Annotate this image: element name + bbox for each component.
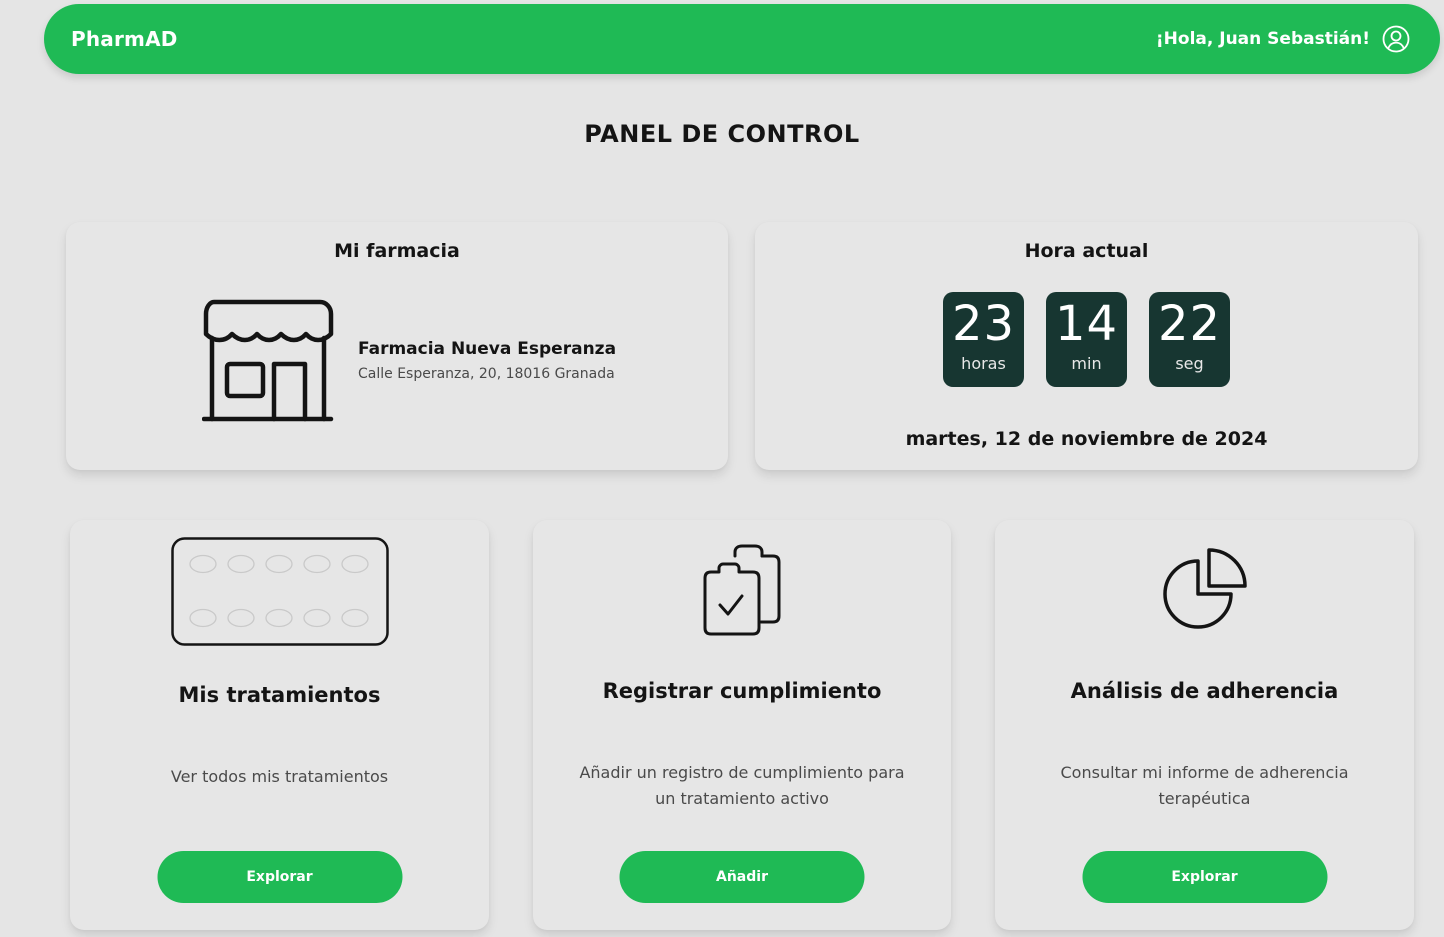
greeting-text: ¡Hola, Juan Sebastián! [1155,29,1370,49]
pharmacy-card: Mi farmacia Farmacia Nueva Esperanza Cal… [66,222,728,470]
minutes-box: 14 min [1046,292,1127,387]
explore-analysis-button[interactable]: Explorar [1082,851,1327,903]
pharmacy-name: Farmacia Nueva Esperanza [358,339,617,359]
hours-value: 23 [951,296,1016,352]
page-title: PANEL DE CONTROL [584,120,860,148]
pharmacy-address: Calle Esperanza, 20, 18016 Granada [358,366,615,382]
clipboard-check-icon [703,544,781,640]
store-icon [201,298,334,426]
treatments-title: Mis tratamientos [178,683,381,707]
time-card: Hora actual 23 horas 14 min 22 seg marte… [755,222,1418,470]
register-title: Registrar cumplimiento [602,679,882,703]
pie-chart-icon [1162,547,1248,637]
pharmacy-card-title: Mi farmacia [334,240,460,262]
explore-treatments-button[interactable]: Explorar [157,851,402,903]
user-circle-icon[interactable] [1382,25,1410,53]
add-compliance-button[interactable]: Añadir [619,851,865,903]
pill-blister-icon [170,537,389,650]
treatments-description: Ver todos mis tratamientos [170,767,389,786]
brand-logo[interactable]: PharmAD [71,27,178,51]
register-card: Registrar cumplimiento Añadir un registr… [533,520,951,930]
register-description: Añadir un registro de cumplimiento para … [579,763,905,808]
clock: 23 horas 14 min 22 seg [755,292,1418,387]
analysis-title: Análisis de adherencia [1070,679,1339,703]
user-menu[interactable]: ¡Hola, Juan Sebastián! [1156,25,1410,53]
current-date: martes, 12 de noviembre de 2024 [905,428,1268,450]
navbar: PharmAD ¡Hola, Juan Sebastián! [44,4,1440,74]
minutes-value: 14 [1054,296,1119,352]
seconds-box: 22 seg [1149,292,1230,387]
hours-box: 23 horas [943,292,1024,387]
minutes-label: min [1071,354,1102,373]
seconds-label: seg [1175,354,1204,373]
seconds-value: 22 [1157,296,1222,352]
analysis-description: Consultar mi informe de adherencia terap… [1060,763,1349,808]
hours-label: horas [961,354,1006,373]
time-card-title: Hora actual [1024,240,1149,262]
analysis-card: Análisis de adherencia Consultar mi info… [995,520,1414,930]
treatments-card: Mis tratamientos Ver todos mis tratamien… [70,520,489,930]
